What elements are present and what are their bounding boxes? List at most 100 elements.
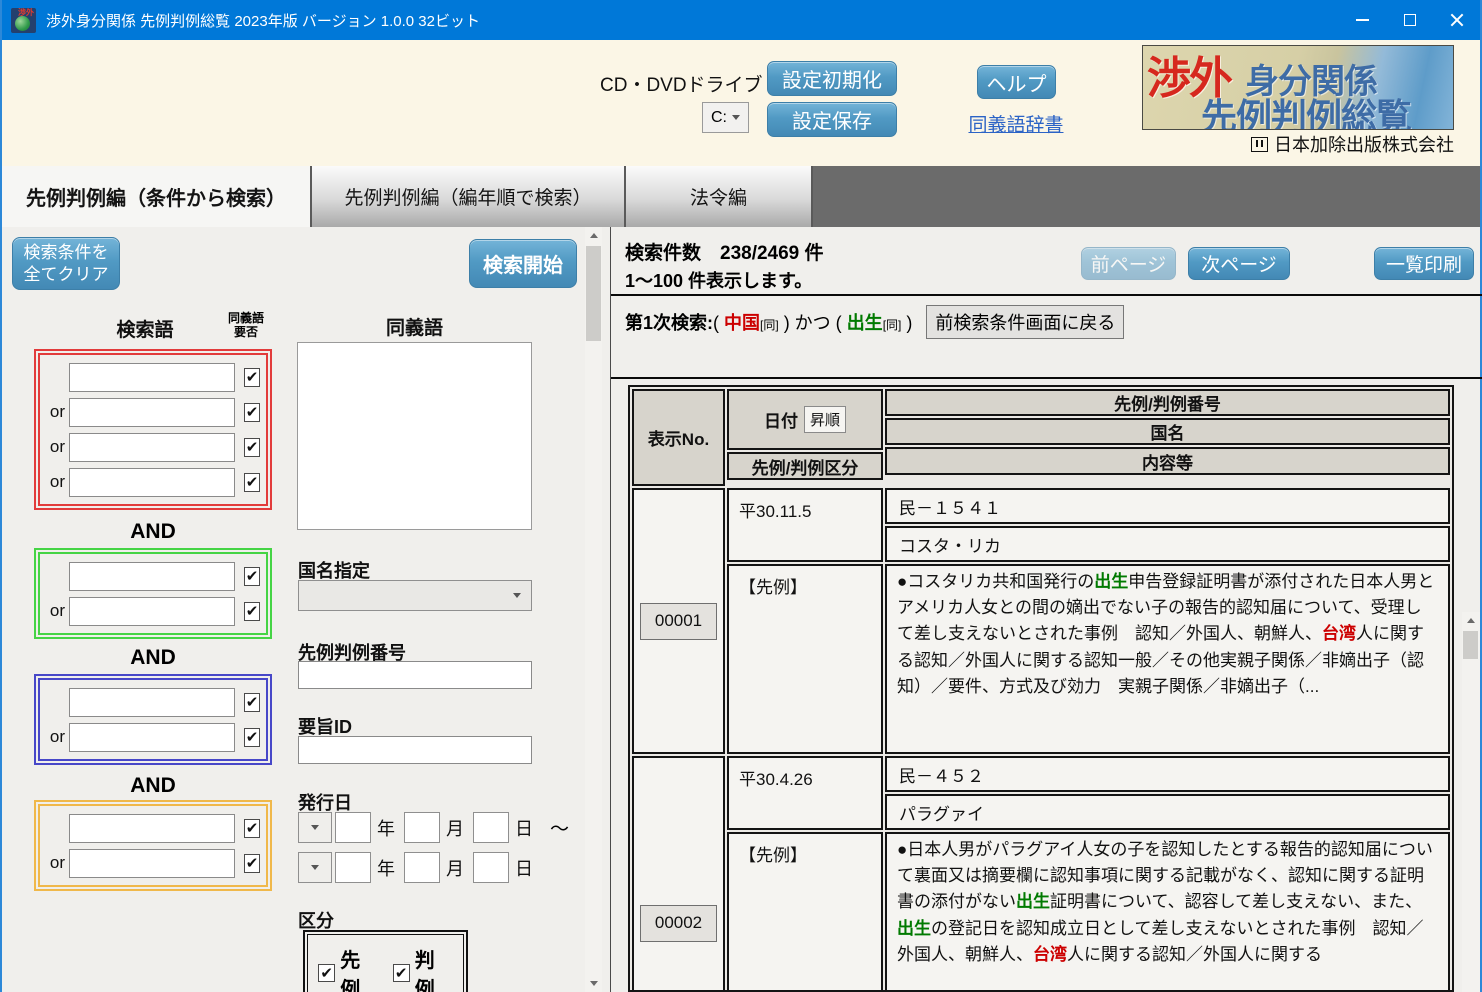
- era-select-from[interactable]: [298, 812, 332, 843]
- maximize-button[interactable]: [1386, 0, 1433, 40]
- clear-conditions-button[interactable]: 検索条件を 全てクリア: [12, 237, 120, 290]
- or-label: or: [42, 402, 69, 422]
- results-table: 表示No. 日付 昇順 先例/判例区分 先例/判例番号 国名 内容等: [628, 385, 1454, 992]
- app-icon: 渉外: [11, 8, 36, 33]
- header-display-no: 表示No.: [632, 389, 725, 486]
- drive-select[interactable]: C:: [702, 102, 749, 133]
- header-content: 内容等: [885, 447, 1450, 475]
- checkbox-checked-icon[interactable]: ✔: [244, 854, 260, 873]
- scroll-up-icon[interactable]: [1462, 612, 1480, 629]
- month-input-from[interactable]: [404, 812, 440, 843]
- day-unit-label: 日: [515, 855, 533, 881]
- prev-page-button[interactable]: 前ページ: [1081, 247, 1176, 280]
- checkbox-checked-icon[interactable]: ✔: [393, 964, 410, 982]
- table-row: 00001 平30.11.5 【先例】 民－１５４１ コスタ・リカ ●コスタリカ…: [631, 487, 1451, 755]
- row-number: 民－４５２: [885, 756, 1450, 792]
- checkbox-checked-icon[interactable]: ✔: [244, 602, 260, 621]
- publisher-logo-icon: [1251, 137, 1268, 152]
- help-button[interactable]: ヘルプ: [977, 65, 1056, 99]
- precedent-number-input[interactable]: [298, 661, 532, 689]
- year-unit-label: 年: [377, 815, 395, 841]
- print-list-button[interactable]: 一覧印刷: [1374, 247, 1474, 280]
- keyword-input-1-1[interactable]: [69, 363, 235, 392]
- checkbox-checked-icon[interactable]: ✔: [244, 819, 260, 838]
- keyword-input-2-2[interactable]: [69, 597, 235, 626]
- display-no-button[interactable]: 00001: [640, 603, 717, 640]
- keyword-input-2-1[interactable]: [69, 562, 235, 591]
- checkbox-checked-icon[interactable]: ✔: [244, 403, 260, 422]
- tab-search-by-condition[interactable]: 先例判例編（条件から検索）: [2, 166, 312, 227]
- row-no-cell: 00002: [632, 756, 725, 992]
- year-input-from[interactable]: [335, 812, 371, 843]
- chevron-down-icon: [311, 825, 319, 830]
- settings-init-button[interactable]: 設定初期化: [767, 61, 897, 96]
- row-category: 【先例】: [727, 564, 883, 754]
- results-panel: 検索件数 238/2469 件 1～100 件表示します。 前ページ 次ページ …: [610, 227, 1482, 992]
- keyword-input-1-4[interactable]: [69, 468, 235, 497]
- next-page-button[interactable]: 次ページ: [1188, 247, 1290, 280]
- checkbox-checked-icon[interactable]: ✔: [244, 728, 260, 747]
- scroll-up-icon[interactable]: [585, 227, 602, 244]
- keyword-group-3: ✔ or✔: [34, 674, 272, 765]
- chevron-down-icon: [513, 593, 521, 598]
- results-scrollbar[interactable]: [1462, 612, 1480, 992]
- year-input-to[interactable]: [335, 852, 371, 883]
- keyword-group-2: ✔ or✔: [34, 548, 272, 639]
- checkbox-checked-icon[interactable]: ✔: [244, 693, 260, 712]
- drive-value: C:: [711, 109, 727, 127]
- start-search-button[interactable]: 検索開始: [469, 239, 577, 288]
- issue-date-from-row: 年 月 日 ～: [298, 812, 569, 843]
- keyword-input-4-2[interactable]: [69, 849, 235, 878]
- back-to-conditions-button[interactable]: 前検索条件画面に戻る: [926, 305, 1124, 339]
- tabbar: 先例判例編（条件から検索） 先例判例編（編年順で検索） 法令編: [2, 166, 1480, 227]
- close-button[interactable]: [1433, 0, 1480, 40]
- header-category: 先例/判例区分: [727, 452, 883, 480]
- keyword-input-4-1[interactable]: [69, 814, 235, 843]
- result-count: 検索件数 238/2469 件: [625, 238, 824, 265]
- keyword-input-1-3[interactable]: [69, 433, 235, 462]
- keyword-input-3-1[interactable]: [69, 688, 235, 717]
- tab-search-by-year[interactable]: 先例判例編（編年順で検索）: [312, 166, 626, 227]
- month-input-to[interactable]: [404, 852, 440, 883]
- keyword-group-1: ✔ or✔ or✔ or✔: [34, 349, 272, 510]
- keyword-input-3-2[interactable]: [69, 723, 235, 752]
- scrollbar-thumb[interactable]: [586, 246, 601, 341]
- day-unit-label: 日: [515, 815, 533, 841]
- checkbox-checked-icon[interactable]: ✔: [244, 567, 260, 586]
- and-label: AND: [34, 520, 272, 544]
- scroll-down-icon[interactable]: [585, 975, 602, 992]
- or-label: or: [42, 853, 69, 873]
- keyword-input-1-2[interactable]: [69, 398, 235, 427]
- category-option-precedent[interactable]: ✔ 先例: [318, 944, 379, 992]
- result-range: 1～100 件表示します。: [625, 267, 812, 293]
- settings-save-button[interactable]: 設定保存: [767, 102, 897, 137]
- display-no-button[interactable]: 00002: [640, 905, 717, 942]
- app-window: 渉外 渉外身分関係 先例判例総覧 2023年版 バージョン 1.0.0 32ビッ…: [0, 0, 1482, 992]
- minimize-button[interactable]: [1339, 0, 1386, 40]
- row-country: パラグァイ: [885, 794, 1450, 830]
- header-number: 先例/判例番号: [885, 389, 1450, 416]
- logo-title-blue2: 先例判例総覧: [1201, 88, 1411, 130]
- abstract-id-input[interactable]: [298, 736, 532, 764]
- category-box: ✔ 先例 ✔ 判例: [303, 930, 468, 992]
- day-input-to[interactable]: [473, 852, 509, 883]
- synonym-dictionary-link[interactable]: 同義語辞書: [964, 110, 1068, 137]
- day-input-from[interactable]: [473, 812, 509, 843]
- chevron-down-icon: [732, 115, 740, 120]
- country-select[interactable]: [298, 580, 532, 611]
- checkbox-checked-icon[interactable]: ✔: [244, 368, 260, 387]
- era-select-to[interactable]: [298, 852, 332, 883]
- tab-laws[interactable]: 法令編: [626, 166, 813, 227]
- divider: [611, 294, 1482, 296]
- left-panel-scrollbar[interactable]: [585, 227, 602, 992]
- checkbox-checked-icon[interactable]: ✔: [244, 438, 260, 457]
- keyword-label: 検索語: [65, 315, 225, 342]
- scrollbar-thumb[interactable]: [1463, 631, 1478, 659]
- search-condition-row: 第1次検索:( 中国[同] ) かつ ( 出生[同] ) 前検索条件画面に戻る: [625, 305, 1124, 339]
- checkbox-checked-icon[interactable]: ✔: [244, 473, 260, 492]
- search-condition-text: 第1次検索:( 中国[同] ) かつ ( 出生[同] ): [625, 309, 912, 335]
- category-option-caselaw[interactable]: ✔ 判例: [393, 944, 454, 992]
- checkbox-checked-icon[interactable]: ✔: [318, 964, 335, 982]
- synonym-list-box[interactable]: [297, 342, 532, 530]
- sort-ascending-button[interactable]: 昇順: [804, 406, 846, 433]
